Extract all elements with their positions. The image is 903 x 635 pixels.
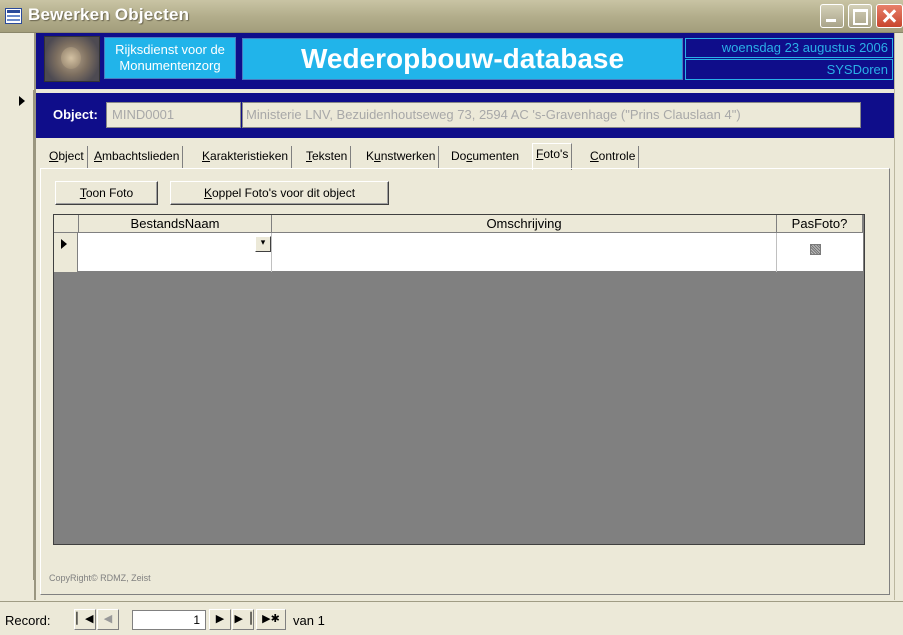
tab-object[interactable]: Object <box>46 146 88 168</box>
bestandsnaam-cell[interactable] <box>79 233 272 272</box>
close-button[interactable] <box>876 4 903 28</box>
datasheet-header: BestandsNaam Omschrijving PasFoto? <box>54 215 863 233</box>
user-display: SYSDoren <box>685 59 893 80</box>
record-number-input[interactable]: 1 <box>132 610 206 630</box>
omschrijving-cell[interactable] <box>272 233 777 272</box>
new-record-icon[interactable]: ▶✱ <box>256 609 286 630</box>
tab-kunstwerken[interactable]: Kunstwerken <box>363 146 440 168</box>
window-title: Bewerken Objecten <box>28 5 190 24</box>
date-display: woensdag 23 augustus 2006 <box>685 38 893 58</box>
tab-controle[interactable]: Controle <box>587 146 640 168</box>
column-header-pasfoto[interactable]: PasFoto? <box>777 215 863 233</box>
object-code-field[interactable]: MIND0001 <box>106 102 241 128</box>
minimize-button[interactable] <box>820 4 844 28</box>
record-label: Record: <box>5 613 51 628</box>
column-header-omschrijving[interactable]: Omschrijving <box>272 215 777 233</box>
maximize-button[interactable] <box>848 4 872 28</box>
next-record-icon[interactable]: ▶ <box>209 609 231 630</box>
copyright-text: CopyRight© RDMZ, Zeist <box>49 573 151 583</box>
header-select-all[interactable] <box>54 215 79 233</box>
tab-ambachtslieden[interactable]: Ambachtslieden <box>91 146 184 168</box>
record-count: van 1 <box>293 613 325 628</box>
database-title: Wederopbouw-database <box>242 38 683 80</box>
combo-arrow-icon[interactable]: ▾ <box>255 236 271 252</box>
current-record-icon <box>19 96 25 106</box>
prev-record-icon[interactable]: ◀ <box>97 609 119 630</box>
tab-documenten[interactable]: Documenten <box>448 146 522 168</box>
object-label: Object: <box>53 107 98 122</box>
column-header-bestandsnaam[interactable]: BestandsNaam <box>79 215 272 233</box>
record-selector[interactable] <box>12 90 34 580</box>
form-icon[interactable] <box>5 8 22 24</box>
object-description-field[interactable]: Ministerie LNV, Bezuidenhoutseweg 73, 25… <box>242 102 861 128</box>
tab-fotos[interactable]: Foto's <box>532 143 573 170</box>
tab-teksten[interactable]: Teksten <box>303 146 352 168</box>
tab-karakteristieken[interactable]: Karakteristieken <box>199 146 293 168</box>
rdmz-logo <box>44 36 100 82</box>
current-row-icon <box>61 239 67 249</box>
last-record-icon[interactable]: ▶▕ <box>232 609 254 630</box>
link-photos-button[interactable]: Koppel Foto's voor dit object <box>170 181 389 205</box>
org-name: Rijksdienst voor de Monumentenzorg <box>104 37 236 79</box>
first-record-icon[interactable]: ▏◀ <box>74 609 96 630</box>
form-right-edge <box>894 33 903 600</box>
pasfoto-checkbox[interactable] <box>810 244 821 255</box>
show-photo-button[interactable]: Toon Foto <box>55 181 158 205</box>
